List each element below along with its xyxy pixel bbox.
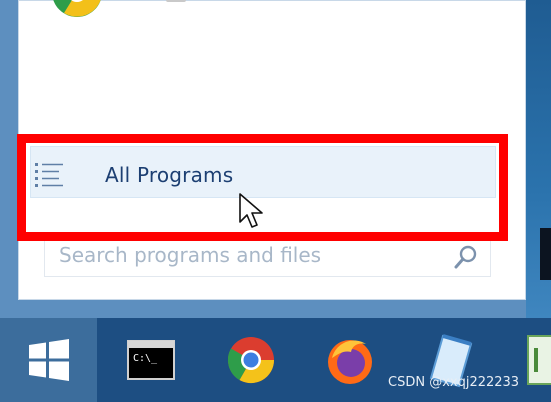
app-icon[interactable]: [520, 328, 551, 392]
recent-program-label: [166, 0, 186, 2]
start-button[interactable]: [0, 318, 97, 402]
all-programs-label: All Programs: [105, 163, 234, 187]
mouse-cursor-icon: [239, 193, 263, 228]
svg-text:C:\_: C:\_: [133, 353, 158, 364]
all-programs-button[interactable]: All Programs: [30, 146, 496, 198]
windows-start-icon: [29, 339, 69, 381]
search-box[interactable]: [44, 233, 491, 277]
chrome-icon[interactable]: [219, 328, 283, 392]
firefox-icon[interactable]: [318, 328, 382, 392]
chrome-icon[interactable]: [50, 0, 104, 18]
watermark: CSDN @xxqj222233: [388, 375, 520, 390]
command-prompt-icon[interactable]: C:\_: [119, 328, 183, 392]
desktop-window-edge: [540, 228, 551, 280]
start-menu: All Programs: [0, 0, 526, 318]
search-icon[interactable]: [453, 244, 479, 270]
search-input[interactable]: [59, 234, 439, 276]
list-icon: [35, 163, 63, 187]
